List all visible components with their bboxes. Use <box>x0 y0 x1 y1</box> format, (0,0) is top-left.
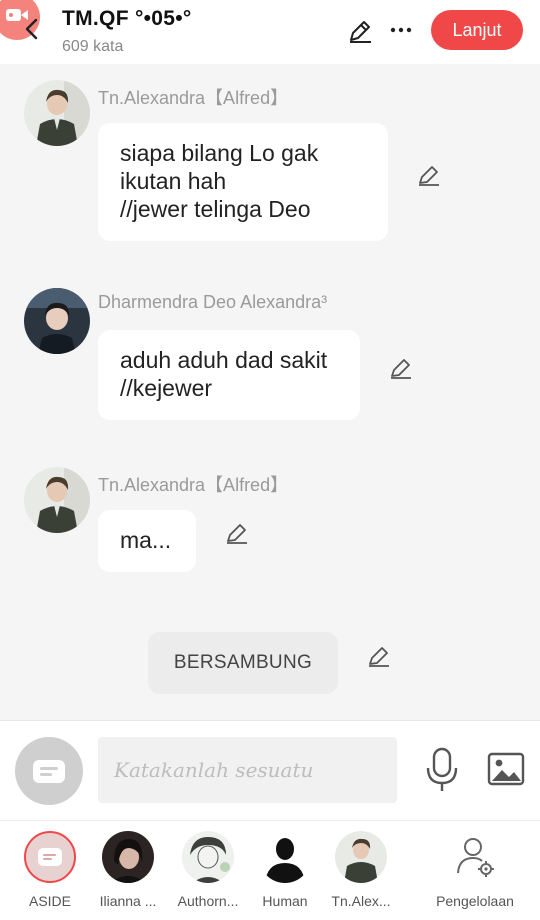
story-title: TM.QF °•05•° <box>62 7 192 30</box>
tab-character-author[interactable]: Authorn... <box>172 831 244 909</box>
edit-message-icon[interactable] <box>389 356 413 380</box>
image-icon[interactable] <box>487 752 525 786</box>
edit-icon[interactable] <box>347 18 373 44</box>
avatar <box>102 831 154 883</box>
microphone-icon[interactable] <box>425 747 459 793</box>
avatar-alfred[interactable] <box>24 467 90 533</box>
character-tab-bar: ASIDE Ilianna ... Authorn... Human Tn.Al… <box>0 820 540 920</box>
user-settings-icon <box>449 831 501 883</box>
continue-button[interactable]: BERSAMBUNG <box>148 632 338 694</box>
aside-tab-icon <box>24 831 76 883</box>
message-input[interactable] <box>98 737 397 803</box>
aside-toggle-button[interactable] <box>15 737 83 805</box>
tab-character-human[interactable]: Human <box>249 831 321 909</box>
top-bar: TM.QF °•05•° 609 kata Lanjut <box>0 0 540 64</box>
back-icon[interactable] <box>24 18 40 40</box>
tab-label: Pengelolaan <box>436 893 514 909</box>
avatar-deo[interactable] <box>24 288 90 354</box>
message-bubble[interactable]: siapa bilang Lo gak ikutan hah //jewer t… <box>98 123 388 241</box>
tab-label: Authorn... <box>177 893 239 909</box>
tab-character-ilianna[interactable]: Ilianna ... <box>92 831 164 909</box>
avatar-alfred[interactable] <box>24 80 90 146</box>
edit-message-icon[interactable] <box>225 521 249 545</box>
edit-continue-icon[interactable] <box>367 644 391 668</box>
sender-name: Tn.Alexandra【Alfred】 <box>98 475 289 495</box>
avatar <box>335 831 387 883</box>
tab-character-alfred[interactable]: Tn.Alex... <box>325 831 397 909</box>
tab-label: Tn.Alex... <box>331 893 391 909</box>
tab-label: Human <box>262 893 308 909</box>
tab-aside[interactable]: ASIDE <box>14 831 86 909</box>
tab-label: Ilianna ... <box>99 893 157 909</box>
message-bubble[interactable]: aduh aduh dad sakit //kejewer <box>98 330 360 420</box>
edit-message-icon[interactable] <box>417 163 441 187</box>
message-bubble[interactable]: ma... <box>98 510 196 572</box>
tab-label: ASIDE <box>28 893 71 909</box>
sender-name: Dharmendra Deo Alexandra³ <box>98 292 328 312</box>
message-composer <box>0 720 540 820</box>
word-count: 609 kata <box>62 38 124 55</box>
aside-icon <box>33 760 65 783</box>
next-button[interactable]: Lanjut <box>431 10 523 50</box>
avatar <box>182 831 234 883</box>
tab-manage[interactable]: Pengelolaan <box>432 831 518 909</box>
human-silhouette-icon <box>259 831 311 883</box>
sender-name: Tn.Alexandra【Alfred】 <box>98 88 289 108</box>
more-options-icon[interactable] <box>389 18 413 42</box>
chat-area[interactable]: Tn.Alexandra【Alfred】 siapa bilang Lo gak… <box>0 64 540 720</box>
